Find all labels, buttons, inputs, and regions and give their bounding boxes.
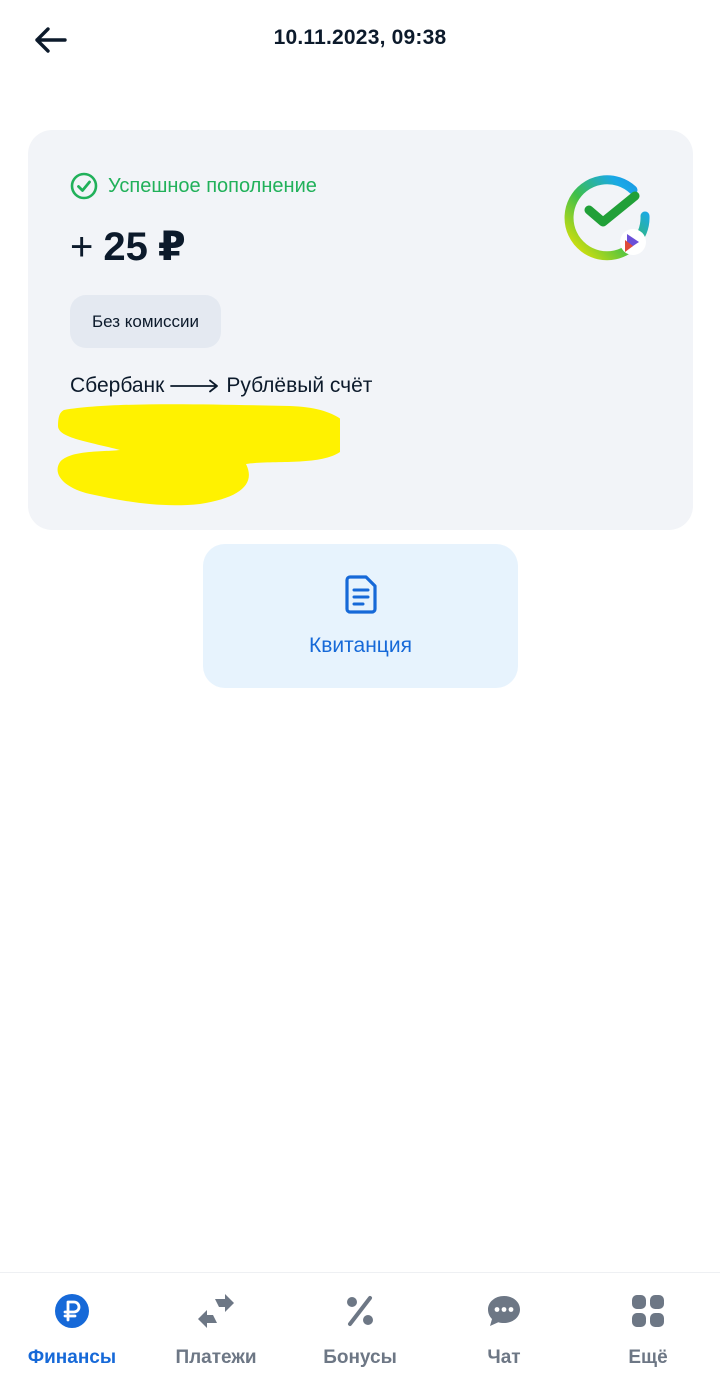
check-circle-icon bbox=[70, 172, 98, 200]
receipt-button[interactable]: Квитанция bbox=[203, 544, 518, 688]
tab-finances[interactable]: Финансы bbox=[0, 1273, 144, 1376]
currency-symbol: ₽ bbox=[157, 225, 186, 269]
tab-label: Чат bbox=[487, 1347, 521, 1368]
transfer-route: Сбербанк Рублёвый счёт bbox=[70, 374, 372, 398]
amount-value: 25 bbox=[103, 225, 148, 269]
redaction-scribble bbox=[57, 404, 340, 506]
status-row: Успешное пополнение bbox=[70, 172, 317, 200]
tab-bonuses[interactable]: Бонусы bbox=[288, 1273, 432, 1376]
transfer-arrows-icon bbox=[196, 1291, 236, 1331]
page-title: 10.11.2023, 09:38 bbox=[273, 26, 447, 49]
sberbank-logo bbox=[564, 175, 650, 261]
commission-badge: Без комиссии bbox=[70, 295, 222, 348]
status-text: Успешное пополнение bbox=[108, 174, 317, 197]
tab-label: Платежи bbox=[175, 1347, 257, 1368]
top-bar: 10.11.2023, 09:38 bbox=[0, 0, 720, 80]
amount: + 25 ₽ bbox=[70, 224, 186, 270]
document-icon bbox=[344, 575, 377, 614]
route-to: Рублёвый счёт bbox=[226, 374, 373, 397]
receipt-label: Квитанция bbox=[309, 634, 412, 657]
percent-icon bbox=[340, 1291, 380, 1331]
route-from: Сбербанк bbox=[70, 374, 165, 397]
long-arrow-icon bbox=[170, 379, 220, 393]
operation-card: Успешное пополнение + 25 ₽ Без комиссии … bbox=[28, 130, 693, 530]
tab-label: Ещё bbox=[628, 1347, 668, 1368]
tab-label: Бонусы bbox=[323, 1347, 397, 1368]
tab-more[interactable]: Ещё bbox=[576, 1273, 720, 1376]
tab-payments[interactable]: Платежи bbox=[144, 1273, 288, 1376]
ruble-icon bbox=[52, 1291, 92, 1331]
grid-icon bbox=[628, 1291, 668, 1331]
tab-chat[interactable]: Чат bbox=[432, 1273, 576, 1376]
amount-sign: + bbox=[70, 225, 94, 269]
tab-label: Финансы bbox=[27, 1347, 117, 1368]
chat-bubble-icon bbox=[484, 1291, 524, 1331]
bottom-navigation: Финансы Платежи Бонусы Чат Ещё bbox=[0, 1272, 720, 1376]
